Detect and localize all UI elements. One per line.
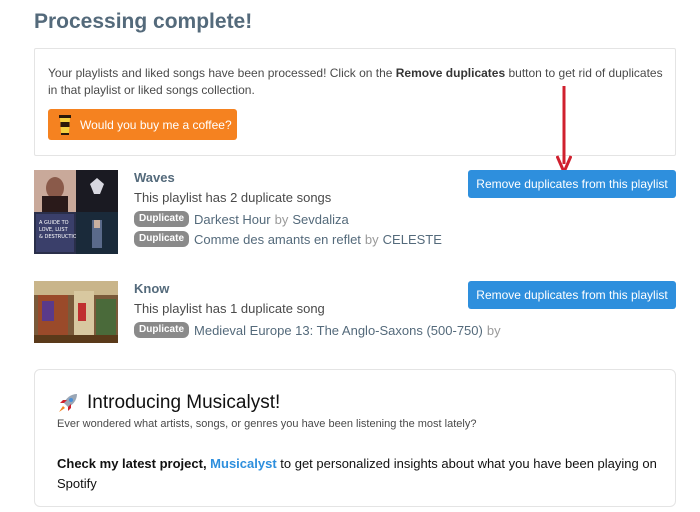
playlist-name[interactable]: Waves [134,170,442,188]
playlist-item: Know This playlist has 1 duplicate song … [34,281,676,343]
playlist-cover-image: A GUIDE TO LOVE, LUST & DESTRUCTION [34,170,118,254]
musicalyst-text: Check my latest project, Musicalyst to g… [57,454,657,494]
svg-text:& DESTRUCTION: & DESTRUCTION [39,234,81,240]
arrow-down-icon [556,86,572,176]
page-title: Processing complete! [34,10,253,33]
musicalyst-text-bold: Check my latest project, [57,456,211,471]
playlist-duplicate-count: This playlist has 1 duplicate song [134,301,325,316]
playlist-duplicate-count: This playlist has 2 duplicate songs [134,190,332,205]
svg-text:A GUIDE TO: A GUIDE TO [39,220,69,226]
buy-coffee-button[interactable]: Would you buy me a coffee? [48,109,237,140]
musicalyst-title-row: Introducing Musicalyst! [57,392,280,414]
song-title[interactable]: Darkest Hour [194,212,271,227]
playlist-name[interactable]: Know [134,281,505,299]
playlist-cover-image [34,281,118,343]
info-text-bold: Remove duplicates [395,66,506,80]
artist-name[interactable]: Sevdaliza [292,212,348,227]
musicalyst-title: Introducing Musicalyst! [87,392,281,413]
info-box: Your playlists and liked songs have been… [34,48,676,156]
coffee-cup-icon [58,114,72,135]
playlist-info: Waves This playlist has 2 duplicate song… [134,170,442,248]
rocket-icon [57,392,79,414]
info-text-part: Your playlists and liked songs have been… [48,66,396,80]
remove-duplicates-button[interactable]: Remove duplicates from this playlist [468,281,676,309]
duplicate-badge: Duplicate [134,231,190,247]
by-label: by [486,322,501,338]
duplicate-song-row: Duplicate Comme des amants en reflet by … [134,230,442,248]
duplicate-song-row: Duplicate Darkest Hour by Sevdaliza [134,210,442,228]
duplicate-badge: Duplicate [134,322,190,338]
remove-duplicates-button[interactable]: Remove duplicates from this playlist [468,170,676,198]
duplicate-badge: Duplicate [134,211,190,227]
playlist-item: A GUIDE TO LOVE, LUST & DESTRUCTION Wave… [34,170,676,254]
by-label: by [274,211,289,227]
song-title[interactable]: Comme des amants en reflet [194,232,361,247]
song-title[interactable]: Medieval Europe 13: The Anglo-Saxons (50… [194,323,483,338]
duplicate-song-row: Duplicate Medieval Europe 13: The Anglo-… [134,321,505,339]
by-label: by [364,231,379,247]
musicalyst-promo-card: Introducing Musicalyst! Ever wondered wh… [34,369,676,507]
musicalyst-link[interactable]: Musicalyst [210,456,276,471]
svg-text:LOVE, LUST: LOVE, LUST [39,227,69,233]
musicalyst-subtitle: Ever wondered what artists, songs, or ge… [57,418,477,430]
playlist-info: Know This playlist has 1 duplicate song … [134,281,505,339]
buy-coffee-label: Would you buy me a coffee? [80,117,232,132]
artist-name[interactable]: CELESTE [383,232,442,247]
